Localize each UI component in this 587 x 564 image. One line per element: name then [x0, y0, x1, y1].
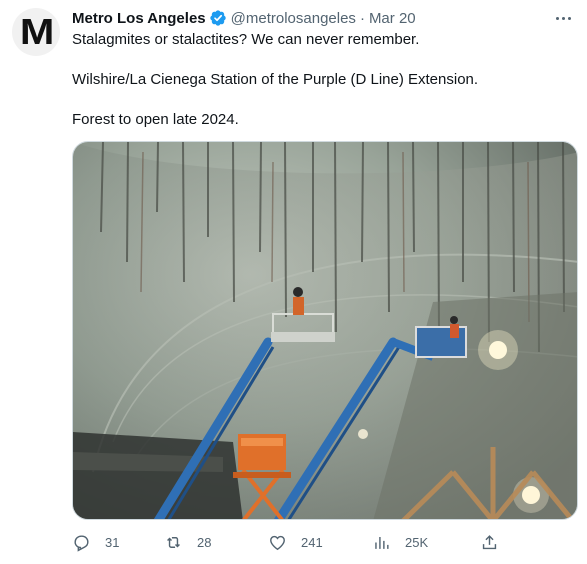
avatar-letter: M [19, 11, 54, 52]
tweet-text: Stalagmites or stalactites? We can never… [72, 30, 572, 130]
reply-button[interactable]: 31 [72, 530, 119, 554]
retweet-icon [167, 536, 180, 548]
tweet-line: Wilshire/La Cienega Station of the Purpl… [72, 71, 479, 88]
more-options-icon[interactable] [553, 10, 573, 26]
views-count: 25K [405, 534, 429, 550]
tweet-line: Stalagmites or stalactites? We can never… [72, 31, 420, 48]
tweet-photo[interactable] [72, 141, 578, 520]
share-button[interactable] [480, 530, 499, 554]
views-button[interactable]: 25K [372, 530, 428, 554]
like-count: 241 [301, 534, 323, 550]
share-icon [482, 534, 497, 549]
author-handle[interactable]: @metrolosangeles [231, 10, 356, 27]
like-button[interactable]: 241 [268, 530, 323, 554]
tweet-line: Forest to open late 2024. [72, 111, 239, 128]
views-chart-icon [375, 536, 389, 549]
reply-icon [74, 534, 89, 552]
station-construction-image [73, 142, 577, 519]
retweet-button[interactable]: 28 [164, 530, 211, 554]
verified-badge-icon [209, 10, 226, 26]
tweet-actions: 31 28 241 25K [72, 530, 502, 554]
retweet-count: 28 [197, 534, 212, 550]
heart-icon [270, 535, 285, 550]
separator-dot: · [359, 9, 365, 27]
tweet-header: Metro Los Angeles @metrolosangeles · Mar… [72, 8, 547, 28]
reply-count: 31 [105, 534, 120, 550]
tweet-date[interactable]: Mar 20 [369, 10, 416, 27]
tweet[interactable]: M Metro Los Angeles @metrolosangeles · M… [0, 0, 587, 564]
author-name[interactable]: Metro Los Angeles [72, 10, 206, 27]
avatar[interactable]: M [12, 8, 60, 56]
